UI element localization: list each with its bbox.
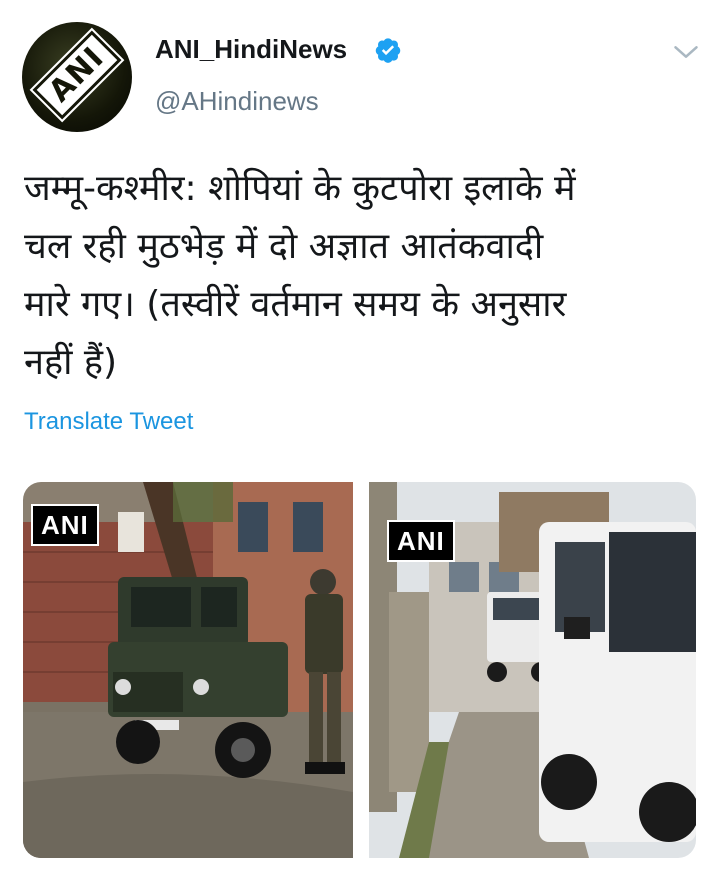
media-grid: ANI ANI	[23, 482, 696, 858]
tweet-text-line: जम्मू-कश्मीर: शोपियां के कुटपोरा इलाके म…	[24, 168, 576, 209]
tweet-text-line: चल रही मुठभेड़ में दो अज्ञात आतंकवादी	[24, 226, 544, 267]
tweet-photo-1[interactable]: ANI	[23, 482, 353, 858]
ani-logo: ANI	[25, 23, 128, 126]
tweet-photo-2[interactable]: ANI	[369, 482, 696, 858]
photo-watermark: ANI	[31, 504, 99, 546]
author-name[interactable]: ANI_HindiNews	[155, 34, 347, 65]
tweet-text-line: नहीं हैं)	[24, 342, 118, 383]
verified-badge-icon	[375, 38, 401, 63]
avatar-logo-text: ANI	[30, 26, 124, 124]
author-handle[interactable]: @AHindinews	[155, 86, 319, 117]
tweet-text-line: मारे गए। (तस्वीरें वर्तमान समय के अनुसार	[24, 284, 567, 325]
tweet-text: जम्मू-कश्मीर: शोपियां के कुटपोरा इलाके म…	[24, 160, 704, 392]
translate-tweet-link[interactable]: Translate Tweet	[24, 408, 193, 436]
chevron-down-icon[interactable]	[672, 38, 700, 66]
photo-watermark: ANI	[387, 520, 455, 562]
avatar[interactable]: ANI	[22, 22, 132, 132]
